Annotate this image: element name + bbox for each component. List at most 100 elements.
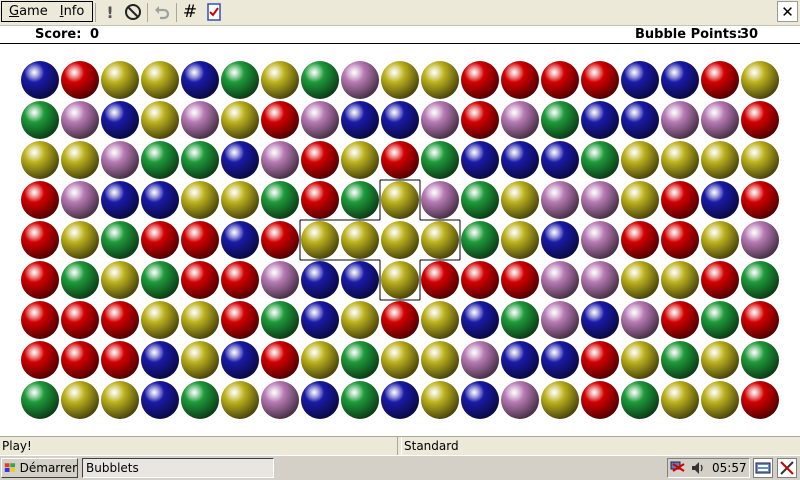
bubble-pink[interactable] xyxy=(301,101,339,139)
bubble-red[interactable] xyxy=(701,61,739,99)
volume-icon[interactable] xyxy=(690,460,706,476)
bubble-green[interactable] xyxy=(181,141,219,179)
bubble-yellow[interactable] xyxy=(741,61,779,99)
bubble-red[interactable] xyxy=(21,341,59,379)
bubble-yellow[interactable] xyxy=(421,301,459,339)
bubble-yellow[interactable] xyxy=(741,141,779,179)
bubble-yellow[interactable] xyxy=(501,221,539,259)
bubble-red[interactable] xyxy=(741,101,779,139)
bubble-yellow[interactable] xyxy=(181,341,219,379)
bubble-yellow[interactable] xyxy=(621,141,659,179)
bubble-blue[interactable] xyxy=(581,101,619,139)
bubble-yellow[interactable] xyxy=(701,141,739,179)
bubble-red[interactable] xyxy=(661,301,699,339)
input-panel-button[interactable] xyxy=(753,458,773,478)
hint-button[interactable]: ! xyxy=(99,2,121,22)
bubble-blue[interactable] xyxy=(541,221,579,259)
bubble-green[interactable] xyxy=(141,141,179,179)
clock[interactable]: 05:57 xyxy=(712,461,747,475)
bubble-red[interactable] xyxy=(541,61,579,99)
bubble-green[interactable] xyxy=(541,101,579,139)
bubble-pink[interactable] xyxy=(541,181,579,219)
bubble-yellow[interactable] xyxy=(541,381,579,419)
bubble-red[interactable] xyxy=(581,61,619,99)
bubble-yellow[interactable] xyxy=(661,141,699,179)
bubble-red[interactable] xyxy=(221,261,259,299)
bubble-red[interactable] xyxy=(221,301,259,339)
bubble-yellow[interactable] xyxy=(301,341,339,379)
bubble-red[interactable] xyxy=(181,261,219,299)
bubble-yellow[interactable] xyxy=(621,261,659,299)
bubble-red[interactable] xyxy=(181,221,219,259)
bubble-blue[interactable] xyxy=(581,301,619,339)
bubble-blue[interactable] xyxy=(461,301,499,339)
bubble-blue[interactable] xyxy=(181,61,219,99)
bubble-green[interactable] xyxy=(701,301,739,339)
bubble-yellow[interactable] xyxy=(421,381,459,419)
bubble-yellow[interactable] xyxy=(101,61,139,99)
bubble-green[interactable] xyxy=(141,261,179,299)
bubble-pink[interactable] xyxy=(701,101,739,139)
bubble-yellow[interactable] xyxy=(101,261,139,299)
bubble-pink[interactable] xyxy=(621,301,659,339)
bubble-red[interactable] xyxy=(101,341,139,379)
bubble-red[interactable] xyxy=(21,221,59,259)
bubble-red[interactable] xyxy=(461,61,499,99)
bubble-yellow[interactable] xyxy=(421,341,459,379)
bubble-yellow[interactable] xyxy=(221,101,259,139)
bubble-blue[interactable] xyxy=(301,381,339,419)
bubble-blue[interactable] xyxy=(541,341,579,379)
bubble-green[interactable] xyxy=(421,141,459,179)
stop-button[interactable] xyxy=(122,2,144,22)
bubble-yellow[interactable] xyxy=(381,221,419,259)
bubble-yellow[interactable] xyxy=(61,381,99,419)
menu-info[interactable]: Info xyxy=(53,4,90,19)
bubble-yellow[interactable] xyxy=(501,181,539,219)
bubble-blue[interactable] xyxy=(21,61,59,99)
bubble-pink[interactable] xyxy=(541,261,579,299)
bubble-blue[interactable] xyxy=(461,141,499,179)
bubble-red[interactable] xyxy=(581,381,619,419)
bubble-yellow[interactable] xyxy=(341,141,379,179)
bubble-blue[interactable] xyxy=(301,301,339,339)
bubble-yellow[interactable] xyxy=(101,381,139,419)
bubble-pink[interactable] xyxy=(421,101,459,139)
bubble-yellow[interactable] xyxy=(21,141,59,179)
bubble-red[interactable] xyxy=(141,221,179,259)
bubble-blue[interactable] xyxy=(621,61,659,99)
bubble-red[interactable] xyxy=(501,61,539,99)
bubble-yellow[interactable] xyxy=(341,301,379,339)
bubble-pink[interactable] xyxy=(261,381,299,419)
bubble-pink[interactable] xyxy=(581,261,619,299)
bubble-green[interactable] xyxy=(261,301,299,339)
bubble-yellow[interactable] xyxy=(381,341,419,379)
menu-game[interactable]: Game xyxy=(2,4,53,19)
bubble-green[interactable] xyxy=(181,381,219,419)
bubble-pink[interactable] xyxy=(741,221,779,259)
bubble-yellow[interactable] xyxy=(701,381,739,419)
bubble-blue[interactable] xyxy=(141,341,179,379)
bubble-blue[interactable] xyxy=(301,261,339,299)
bubble-blue[interactable] xyxy=(661,61,699,99)
bubble-green[interactable] xyxy=(461,181,499,219)
bubble-blue[interactable] xyxy=(621,101,659,139)
bubble-pink[interactable] xyxy=(101,141,139,179)
bubble-blue[interactable] xyxy=(381,101,419,139)
network-icon[interactable] xyxy=(670,460,688,476)
bubble-red[interactable] xyxy=(301,141,339,179)
bubble-red[interactable] xyxy=(461,101,499,139)
bubble-blue[interactable] xyxy=(381,381,419,419)
bubble-yellow[interactable] xyxy=(381,61,419,99)
bubble-yellow[interactable] xyxy=(261,61,299,99)
bubble-blue[interactable] xyxy=(341,101,379,139)
bubble-green[interactable] xyxy=(101,221,139,259)
bubble-green[interactable] xyxy=(61,261,99,299)
bubble-green[interactable] xyxy=(21,381,59,419)
bubble-yellow[interactable] xyxy=(621,181,659,219)
bubble-red[interactable] xyxy=(461,261,499,299)
bubble-green[interactable] xyxy=(501,301,539,339)
bubble-pink[interactable] xyxy=(501,381,539,419)
bubble-red[interactable] xyxy=(21,261,59,299)
bubble-pink[interactable] xyxy=(461,341,499,379)
bubble-blue[interactable] xyxy=(101,181,139,219)
